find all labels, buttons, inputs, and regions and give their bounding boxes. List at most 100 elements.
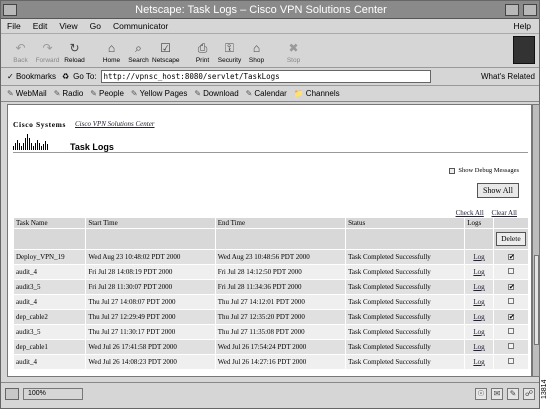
netscape-button[interactable]: ☑ Netscape xyxy=(152,41,179,64)
log-cell: Log xyxy=(465,295,493,309)
composer-icon[interactable]: ✎ xyxy=(507,387,519,400)
menu-help[interactable]: Help xyxy=(514,21,531,31)
menu-file[interactable]: File xyxy=(7,21,21,31)
log-link[interactable]: Log xyxy=(473,298,484,306)
shop-button[interactable]: ⌂ Shop xyxy=(243,41,270,64)
start-time-cell: Wed Jul 26 17:41:58 PDT 2000 xyxy=(86,340,215,354)
page-title: Task Logs xyxy=(70,142,114,152)
row-checkbox[interactable]: ✔ xyxy=(507,284,515,291)
search-button[interactable]: ⌕ Search xyxy=(125,41,152,64)
page-proxy-icon[interactable]: ♻ xyxy=(62,72,69,81)
bookmark-icon: ✓ xyxy=(7,72,16,81)
end-time-cell: Fri Jul 28 14:12:50 PDT 2000 xyxy=(215,265,346,279)
zoom-level: 100% xyxy=(23,387,83,400)
address-book-icon[interactable]: ☍ xyxy=(523,387,535,400)
status-cell: Task Completed Successfully xyxy=(346,250,465,264)
row-checkbox[interactable] xyxy=(507,268,514,274)
log-link[interactable]: Log xyxy=(473,313,484,321)
log-cell: Log xyxy=(465,265,493,279)
menu-view[interactable]: View xyxy=(59,21,77,31)
log-link[interactable]: Log xyxy=(473,268,484,276)
component-bar: ☉ ✉ ✎ ☍ xyxy=(475,387,535,400)
start-time-cell: Fri Jul 28 14:08:19 PDT 2000 xyxy=(86,265,215,279)
task-log-table: Task Name Start Time End Time Status Log… xyxy=(13,217,529,370)
product-link[interactable]: Cisco VPN Solutions Center xyxy=(75,120,155,128)
back-button[interactable]: ↶ Back xyxy=(7,41,34,64)
webmail-link[interactable]: ✎ WebMail xyxy=(7,89,47,98)
vertical-scrollbar[interactable] xyxy=(532,104,540,377)
print-icon: ⎙ xyxy=(197,41,208,55)
forward-button[interactable]: ↷ Forward xyxy=(34,41,61,64)
security-button[interactable]: ⚿ Security xyxy=(216,41,243,64)
log-link[interactable]: Log xyxy=(473,283,484,291)
table-filter-row: Delete xyxy=(14,229,528,249)
log-link[interactable]: Log xyxy=(473,343,484,351)
log-cell: Log xyxy=(465,355,493,369)
end-time-cell: Thu Jul 27 12:35:20 PDT 2000 xyxy=(215,310,346,324)
row-checkbox[interactable] xyxy=(507,343,514,349)
column-end-time: End Time xyxy=(215,218,346,228)
header-divider xyxy=(13,152,528,153)
select-cell: ✔ xyxy=(493,280,528,294)
task-name-cell: Deploy_VPN_19 xyxy=(14,250,86,264)
menu-go[interactable]: Go xyxy=(90,21,101,31)
debug-option[interactable]: Show Debug Messages xyxy=(449,167,519,174)
download-link[interactable]: ✎ Download xyxy=(194,89,238,98)
row-checkbox[interactable] xyxy=(507,358,514,364)
navigator-icon[interactable]: ☉ xyxy=(475,387,487,400)
whats-related-button[interactable]: What's Related xyxy=(481,72,535,81)
log-cell: Log xyxy=(465,325,493,339)
personal-toolbar: ✎ WebMail ✎ Radio ✎ People ✎ Yellow Pages ✎ D… xyxy=(1,86,539,102)
log-link[interactable]: Log xyxy=(473,253,484,261)
calendar-link[interactable]: ✎ Calendar xyxy=(246,89,287,98)
row-checkbox[interactable]: ✔ xyxy=(507,314,515,321)
row-checkbox[interactable]: ✔ xyxy=(507,254,515,261)
status-cell: Task Completed Successfully xyxy=(346,310,465,324)
bookmark-pen-icon: ✎ xyxy=(7,89,14,98)
status-cell: Task Completed Successfully xyxy=(346,325,465,339)
maximize-button[interactable] xyxy=(523,3,537,16)
security-status-icon[interactable] xyxy=(5,387,19,400)
goto-label: Go To: xyxy=(73,72,97,81)
show-all-button[interactable]: Show All xyxy=(476,183,519,198)
window-menu-button[interactable] xyxy=(3,3,17,16)
start-time-cell: Fri Jul 28 11:30:07 PDT 2000 xyxy=(86,280,215,294)
scrollbar-thumb[interactable] xyxy=(534,255,539,345)
table-row: audit_4 Fri Jul 28 14:08:19 PDT 2000 Fri J… xyxy=(14,265,528,279)
radio-link[interactable]: ✎ Radio xyxy=(54,89,84,98)
row-checkbox[interactable] xyxy=(507,298,514,304)
check-all-link[interactable]: Check All xyxy=(456,209,484,217)
url-field[interactable]: http://vpnsc_host:8080/servlet/TaskLogs xyxy=(100,70,431,83)
menu-edit[interactable]: Edit xyxy=(33,21,48,31)
log-cell: Log xyxy=(465,280,493,294)
row-checkbox[interactable] xyxy=(507,328,514,334)
home-button[interactable]: ⌂ Home xyxy=(98,41,125,64)
netscape-logo-icon[interactable] xyxy=(513,36,535,64)
menu-communicator[interactable]: Communicator xyxy=(113,21,168,31)
minimize-button[interactable] xyxy=(505,3,519,16)
task-name-cell: dep_cable1 xyxy=(14,340,86,354)
channels-link[interactable]: 📁 Channels xyxy=(294,89,340,98)
bookmark-pen-icon: ✎ xyxy=(53,89,61,98)
clear-all-link[interactable]: Clear All xyxy=(492,209,517,217)
print-button[interactable]: ⎙ Print xyxy=(189,41,216,64)
people-link[interactable]: ✎ People xyxy=(90,89,124,98)
debug-checkbox[interactable] xyxy=(449,167,456,174)
lock-icon: ⚿ xyxy=(224,41,235,55)
mail-icon[interactable]: ✉ xyxy=(491,387,503,400)
table-header-row: Task Name Start Time End Time Status Log… xyxy=(14,218,528,228)
back-arrow-icon: ↶ xyxy=(15,41,26,55)
table-row: audit3_5 Fri Jul 28 11:30:07 PDT 2000 Fri … xyxy=(14,280,528,294)
bookmarks-button[interactable]: ✓ Bookmarks xyxy=(7,72,56,81)
table-row: audit_4 Wed Jul 26 14:08:23 PDT 2000 Wed J… xyxy=(14,355,528,369)
column-start-time: Start Time xyxy=(86,218,215,228)
stop-button[interactable]: ✖ Stop xyxy=(280,41,307,64)
log-cell: Log xyxy=(465,310,493,324)
log-link[interactable]: Log xyxy=(473,358,484,366)
check-links: Check All Clear All xyxy=(450,209,517,217)
log-link[interactable]: Log xyxy=(473,328,484,336)
log-cell: Log xyxy=(465,340,493,354)
delete-button[interactable]: Delete xyxy=(496,232,526,246)
yellow-pages-link[interactable]: ✎ Yellow Pages xyxy=(131,89,187,98)
reload-button[interactable]: ↻ Reload xyxy=(61,41,88,64)
